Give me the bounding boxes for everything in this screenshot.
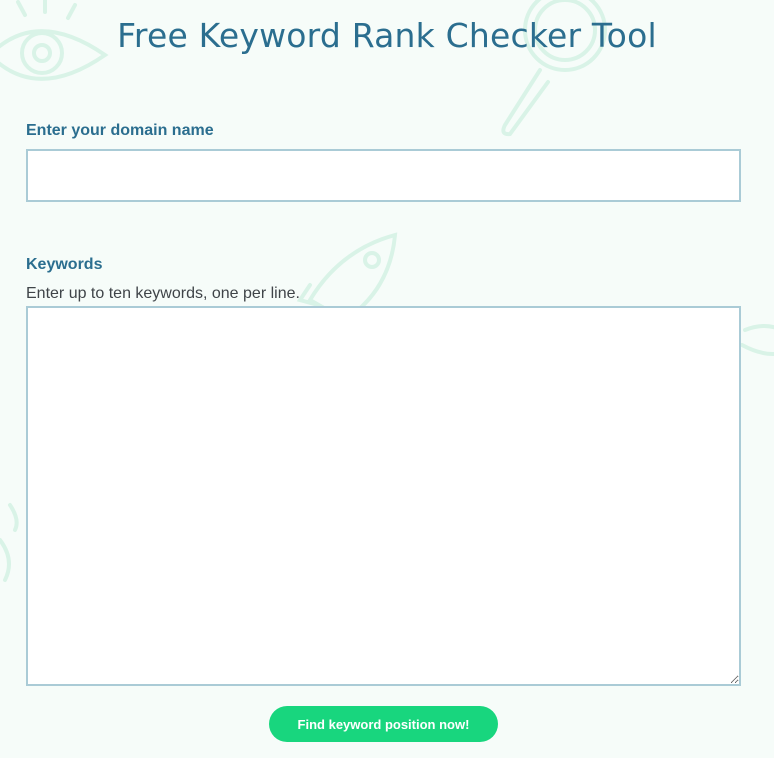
keywords-label: Keywords: [26, 256, 103, 273]
keywords-help-text: Enter up to ten keywords, one per line.: [26, 285, 300, 302]
find-keyword-position-button[interactable]: Find keyword position now!: [269, 706, 498, 742]
page: Free Keyword Rank Checker Tool Enter you…: [0, 0, 774, 758]
page-title: Free Keyword Rank Checker Tool: [117, 16, 657, 55]
domain-label: Enter your domain name: [26, 122, 214, 139]
domain-input[interactable]: [26, 149, 741, 202]
keywords-textarea[interactable]: [26, 306, 741, 686]
